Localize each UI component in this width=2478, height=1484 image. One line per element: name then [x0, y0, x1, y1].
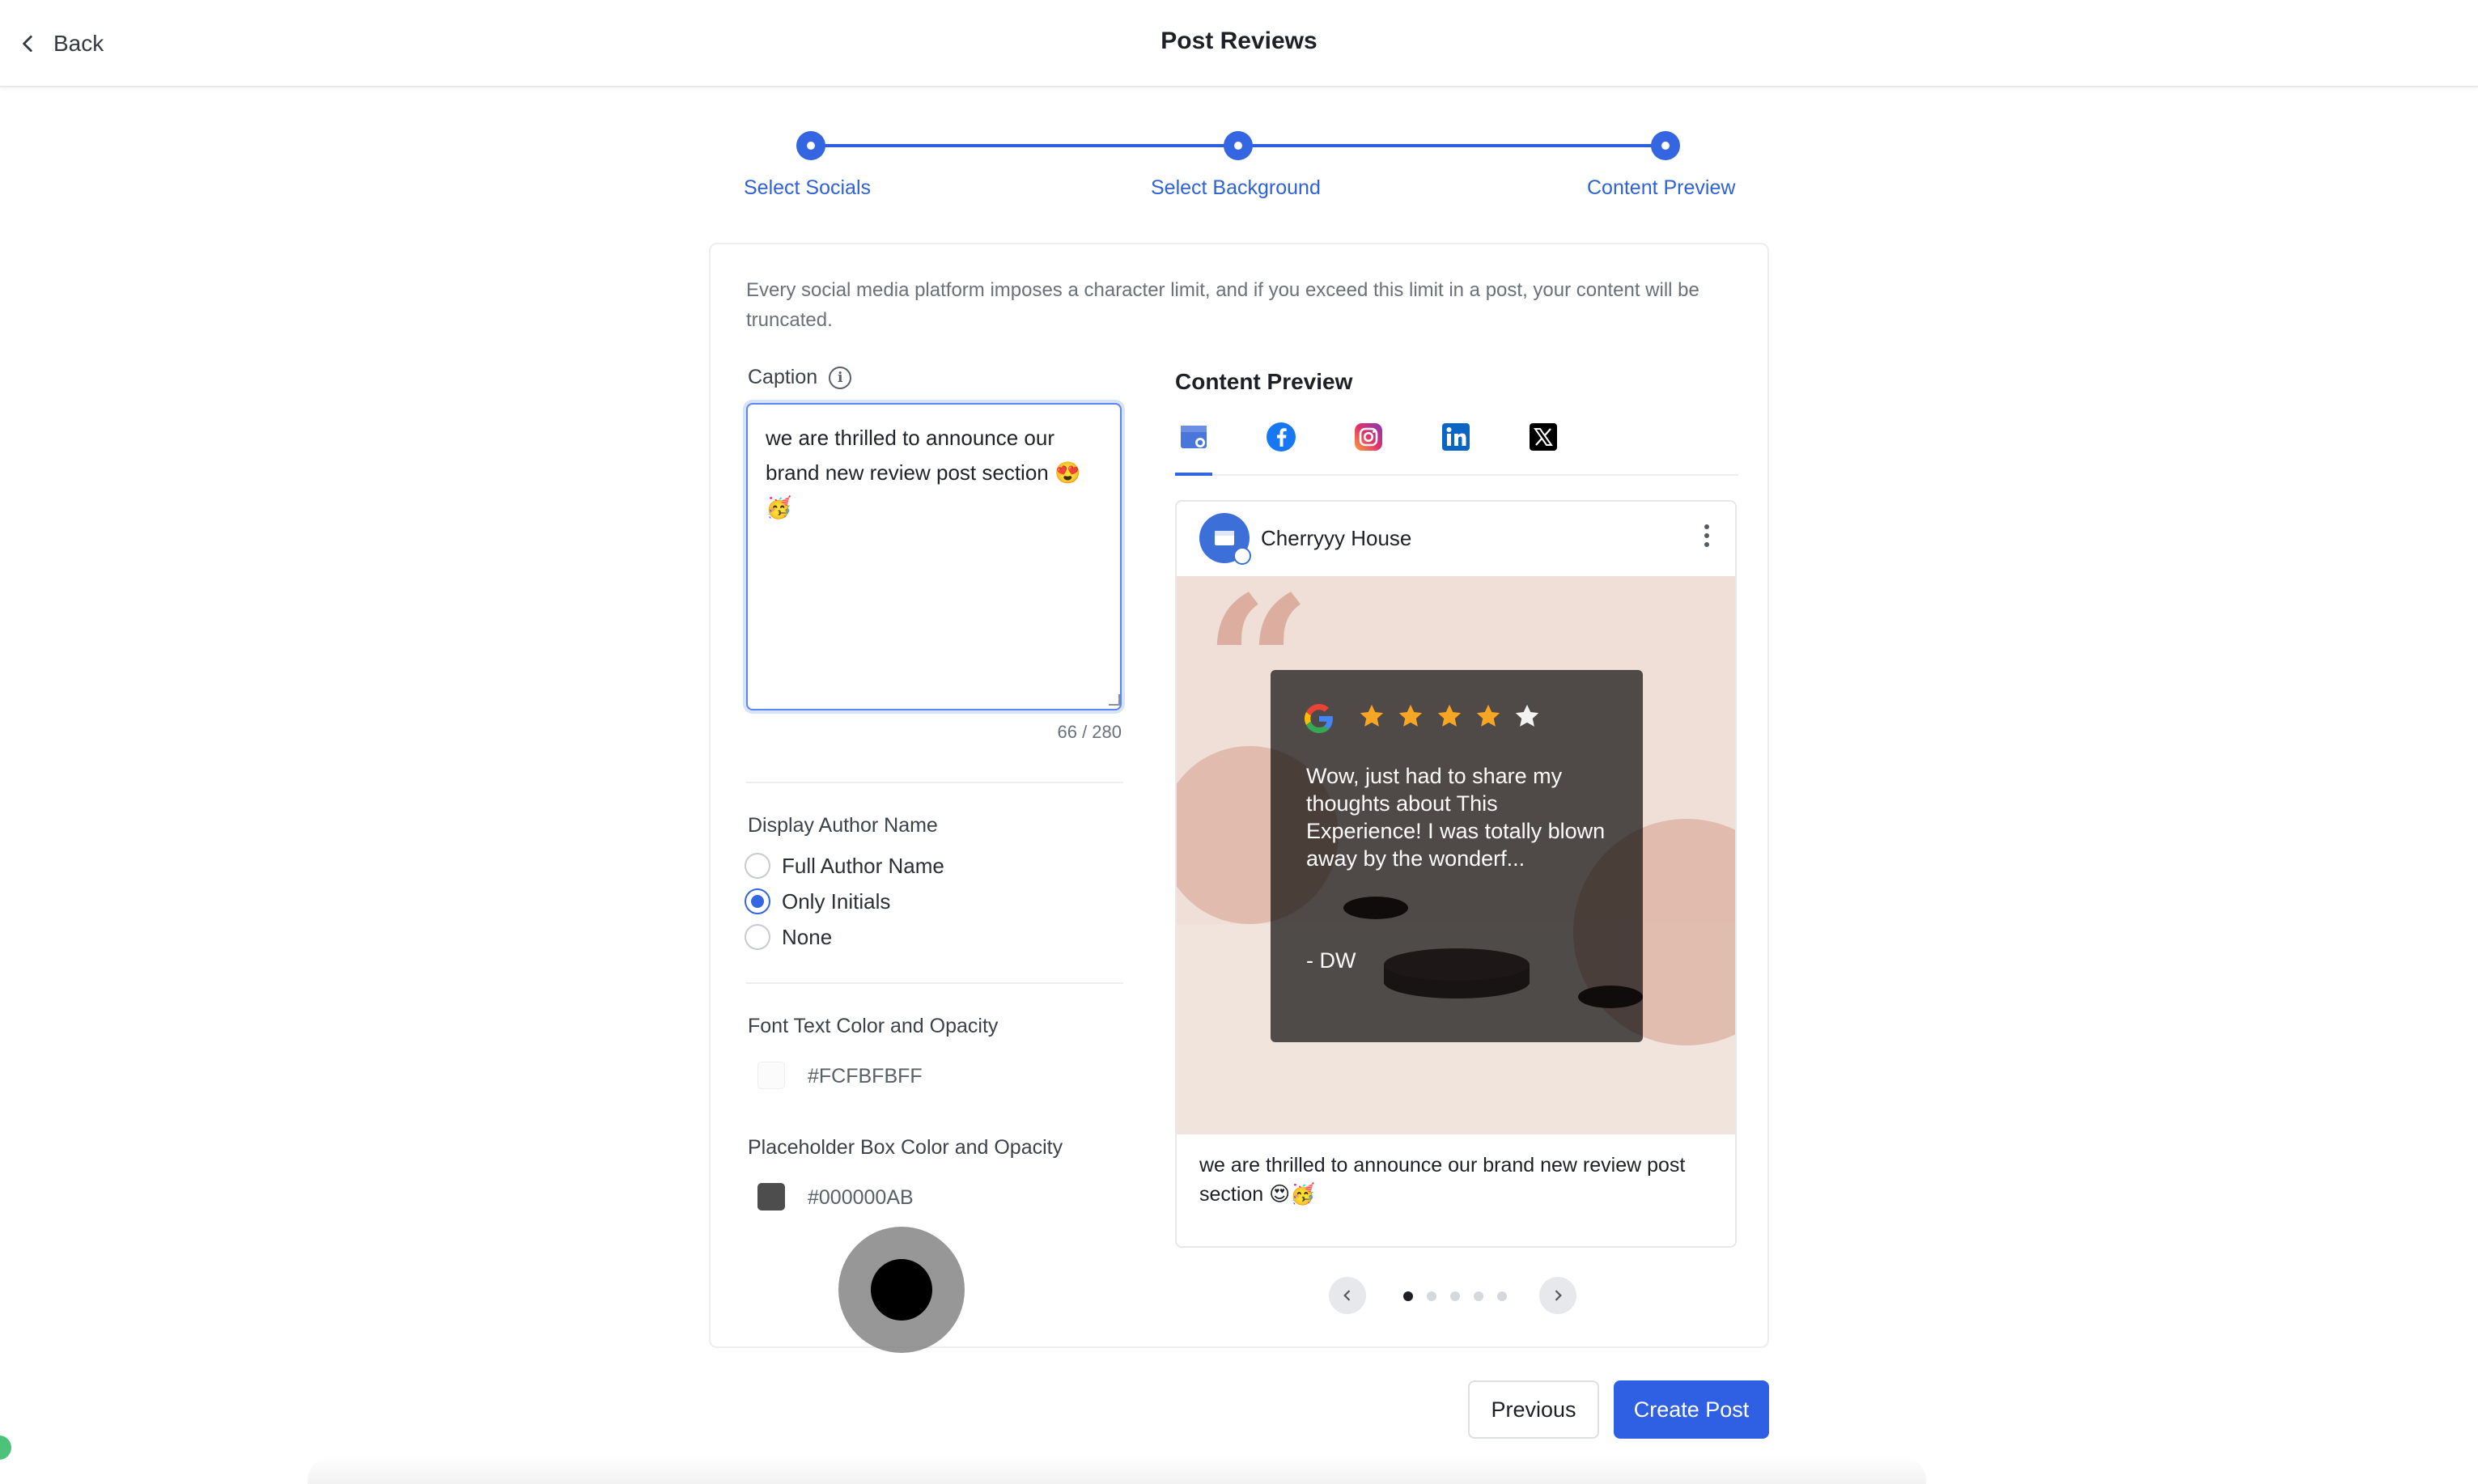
box-color-label: Placeholder Box Color and Opacity [748, 1136, 1063, 1159]
instagram-icon [1355, 423, 1382, 451]
tab-instagram[interactable] [1350, 421, 1387, 474]
step-3-label[interactable]: Content Preview [1587, 176, 1735, 200]
box-color-swatch[interactable] [757, 1183, 785, 1211]
caption-label-text: Caption [748, 366, 818, 388]
star-icon [1398, 704, 1423, 727]
star-icon [1476, 704, 1500, 727]
carousel-dot[interactable] [1403, 1291, 1413, 1301]
facebook-icon [1267, 422, 1296, 452]
more-options-icon[interactable] [1704, 524, 1709, 547]
carousel-next-button[interactable] [1539, 1277, 1576, 1314]
radio-icon[interactable] [745, 853, 770, 879]
platform-tabs [1175, 421, 1738, 476]
stepper: Select Socials Select Background Content… [0, 0, 2478, 210]
post-preview: Cherryyy House “ Wow, just had to share … [1175, 500, 1737, 1248]
step-3-indicator[interactable] [1651, 131, 1680, 160]
carousel-dots [1403, 1291, 1507, 1301]
review-text: Wow, just had to share my thoughts about… [1306, 764, 1606, 871]
post-caption: we are thrilled to announce our brand ne… [1199, 1154, 1686, 1206]
post-settings-card: Every social media platform imposes a ch… [709, 243, 1769, 1348]
step-connector [811, 144, 1238, 147]
store-icon [1215, 531, 1234, 545]
radio-label: Only Initials [782, 888, 891, 914]
radio-icon[interactable] [745, 924, 770, 950]
create-post-button[interactable]: Create Post [1614, 1380, 1769, 1439]
chevron-right-icon [1555, 1290, 1562, 1301]
radio-label: None [782, 924, 833, 949]
font-color-swatch[interactable] [757, 1062, 785, 1089]
divider [746, 782, 1123, 783]
carousel-controls [1329, 1277, 1576, 1317]
linkedin-icon [1442, 423, 1470, 451]
review-card: Wow, just had to share my thoughts about… [1271, 670, 1643, 1042]
carousel-prev-button[interactable] [1329, 1277, 1366, 1314]
step-2-indicator[interactable] [1224, 131, 1253, 160]
touch-indicator [838, 1227, 965, 1353]
radio-checked-icon[interactable] [745, 888, 770, 914]
step-2-label[interactable]: Select Background [1151, 176, 1321, 200]
step-1-indicator[interactable] [796, 131, 825, 160]
caption-label: Caption i [748, 366, 852, 389]
box-color-value[interactable]: #000000AB [808, 1186, 914, 1210]
avatar [1199, 513, 1251, 565]
tab-x[interactable] [1525, 421, 1562, 474]
review-image: “ Wow, just had to share my thoughts abo… [1177, 576, 1735, 1134]
font-color-label: Font Text Color and Opacity [748, 1015, 999, 1037]
x-icon [1530, 423, 1557, 451]
google-business-icon [1181, 426, 1207, 448]
radio-full-author-name[interactable]: Full Author Name [745, 853, 944, 879]
carousel-dot[interactable] [1450, 1291, 1460, 1301]
post-header: Cherryyy House [1177, 502, 1735, 576]
google-icon [1305, 704, 1333, 733]
caption-char-count: 66 / 280 [1057, 722, 1122, 742]
bottom-shade [308, 1456, 1926, 1484]
previous-button[interactable]: Previous [1468, 1380, 1599, 1439]
caption-input[interactable] [746, 403, 1122, 710]
step-1-label[interactable]: Select Socials [744, 176, 871, 200]
carousel-dot[interactable] [1474, 1291, 1483, 1301]
display-author-label: Display Author Name [748, 814, 938, 837]
character-limit-notice: Every social media platform imposes a ch… [746, 279, 1699, 331]
radio-only-initials[interactable]: Only Initials [745, 888, 890, 914]
radio-none[interactable]: None [745, 924, 832, 950]
touch-indicator-core [871, 1259, 932, 1321]
resize-handle-icon[interactable] [1109, 694, 1120, 706]
badge-icon [1233, 547, 1251, 565]
divider [746, 982, 1123, 984]
step-connector [1238, 144, 1665, 147]
carousel-dot[interactable] [1427, 1291, 1436, 1301]
rating-stars [1358, 702, 1541, 730]
tab-facebook[interactable] [1262, 421, 1300, 474]
preview-title: Content Preview [1175, 369, 1353, 394]
info-icon[interactable]: i [829, 366, 852, 389]
radio-label: Full Author Name [782, 853, 944, 878]
status-dot [0, 1435, 11, 1460]
chevron-left-icon [1343, 1290, 1351, 1301]
account-name: Cherryyy House [1261, 526, 1412, 550]
review-author: - DW [1306, 948, 1356, 973]
star-icon [1515, 704, 1539, 727]
carousel-dot[interactable] [1497, 1291, 1507, 1301]
tab-google-business[interactable] [1175, 421, 1212, 476]
star-icon [1437, 704, 1462, 727]
font-color-value[interactable]: #FCFBFBFF [808, 1065, 923, 1088]
star-icon [1360, 704, 1384, 727]
tab-linkedin[interactable] [1437, 421, 1474, 474]
